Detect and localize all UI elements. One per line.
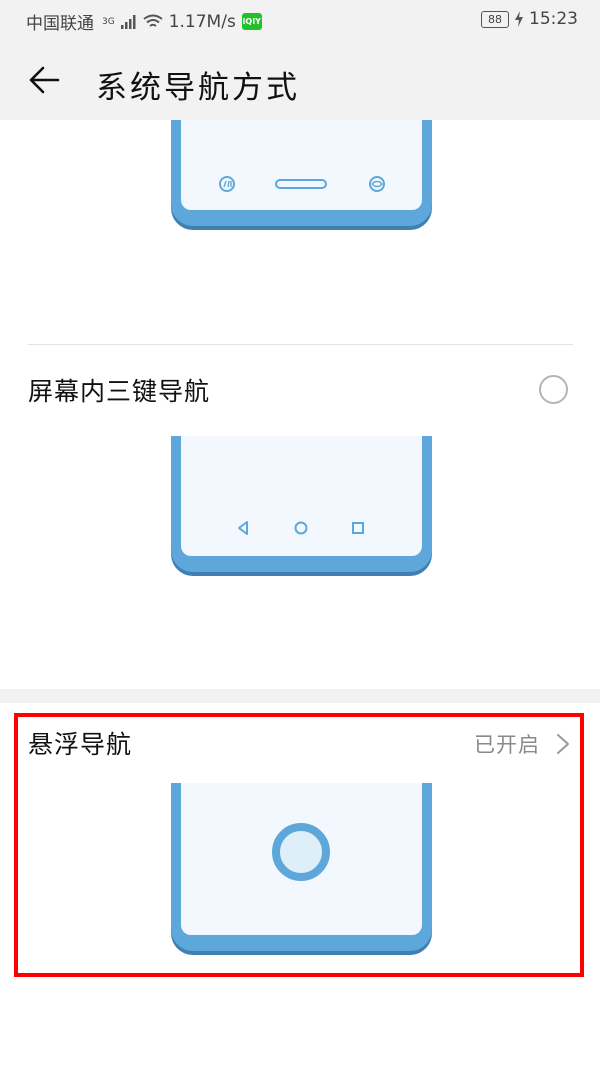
page-title: 系统导航方式 (96, 70, 300, 106)
gesture-nav-icons (219, 176, 385, 192)
three-key-nav-preview[interactable] (171, 436, 432, 572)
status-bar: 中国联通 3G 1.17M/s iQIY 88 15:23 (0, 0, 600, 40)
battery-level: 88 (488, 12, 502, 26)
divider (28, 344, 573, 345)
preview-screen (181, 120, 422, 210)
battery-icon: 88 (481, 10, 509, 28)
network-type: 3G (102, 16, 115, 27)
charging-icon (515, 11, 523, 27)
gesture-nav-preview[interactable] (171, 120, 432, 226)
section-gap (0, 689, 600, 703)
app-bar: 系统导航方式 (0, 40, 600, 120)
carrier-name: 中国联通 (26, 14, 94, 34)
radio-three-key[interactable] (539, 375, 568, 404)
preview-screen (181, 436, 422, 556)
back-arrow-icon (29, 66, 60, 94)
three-key-nav-icons (238, 521, 364, 535)
option-label-three-key: 屏幕内三键导航 (28, 377, 211, 406)
network-speed: 1.17M/s (168, 11, 236, 32)
signal-icon (120, 14, 136, 29)
wifi-icon (143, 14, 163, 27)
status-right: 88 15:23 (481, 9, 578, 29)
highlight-box (14, 713, 584, 977)
clock: 15:23 (529, 9, 578, 29)
back-button[interactable] (22, 58, 66, 102)
status-left: 中国联通 3G 1.17M/s iQIY (26, 9, 262, 34)
iqiyi-icon: iQIY (241, 13, 262, 30)
